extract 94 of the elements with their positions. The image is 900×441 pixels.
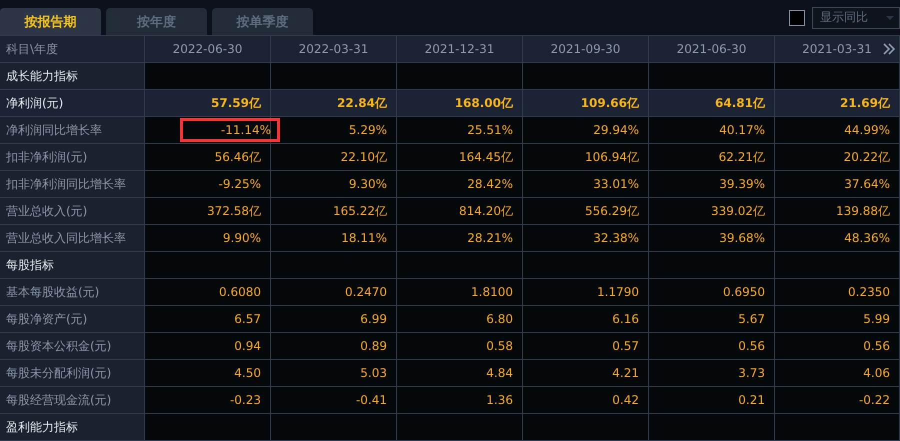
- table-cell: -11.14%: [180, 118, 280, 142]
- row-label: 扣非净利润(元): [6, 149, 88, 166]
- row-label: 盈利能力指标: [6, 418, 78, 436]
- table-cell-text: 33.01%: [592, 176, 640, 193]
- table-cell-text: 44.99%: [843, 122, 891, 139]
- table-cell-text: 109.66亿: [580, 95, 640, 112]
- table-cell-text: 22.10亿: [340, 149, 388, 166]
- table-cell-text: 32.38%: [592, 230, 640, 247]
- column-header: 2021-03-31: [802, 42, 872, 56]
- table-cell-text: -9.25%: [218, 176, 262, 193]
- table-cell-text: 40.17%: [718, 122, 766, 139]
- table-cell-text: 1.8100: [470, 284, 514, 301]
- table-cell-text: 0.2470: [344, 284, 388, 301]
- period-tab[interactable]: 按单季度: [212, 8, 313, 35]
- table-cell-text: 6.99: [359, 311, 388, 328]
- table-cell-text: 56.46亿: [214, 149, 262, 166]
- row-label: 每股指标: [6, 256, 54, 274]
- table-cell-text: -0.23: [228, 392, 262, 409]
- table-cell-text: 0.56: [737, 338, 766, 355]
- compare-dropdown[interactable]: 显示同比: [812, 6, 900, 28]
- table-cell-text: 39.39%: [718, 176, 766, 193]
- column-header: 2021-09-30: [550, 42, 620, 56]
- table-cell-text: 1.1790: [596, 284, 640, 301]
- table-cell-text: 28.21%: [466, 230, 514, 247]
- row-label: 营业总收入同比增长率: [6, 230, 126, 246]
- column-header: 2021-06-30: [676, 42, 746, 56]
- table-cell-text: 0.58: [485, 338, 514, 355]
- table-cell-text: 106.94亿: [584, 149, 640, 166]
- table-cell-text: -0.41: [354, 392, 388, 409]
- row-label: 扣非净利润同比增长率: [6, 176, 126, 192]
- checkbox[interactable]: [789, 10, 805, 26]
- table-cell-text: 5.99: [862, 311, 891, 328]
- table-cell-text: 168.00亿: [454, 95, 514, 112]
- caret-icon: [885, 14, 895, 20]
- table-cell-text: 18.11%: [340, 230, 388, 247]
- table-cell-text: 48.36%: [843, 230, 891, 247]
- period-tab[interactable]: 按报告期: [0, 8, 101, 35]
- column-header: 科目\年度: [6, 40, 58, 58]
- table-cell-text: 0.56: [862, 338, 891, 355]
- table-cell-text: 25.51%: [466, 122, 514, 139]
- table-cell-text: 164.45亿: [458, 149, 514, 166]
- table-cell-text: 0.2350: [847, 284, 891, 301]
- table-cell-text: 4.21: [611, 365, 640, 382]
- double-chevron-icon[interactable]: [883, 43, 895, 55]
- table-cell-text: 39.68%: [718, 230, 766, 247]
- row-label: 每股未分配利润(元): [6, 364, 112, 382]
- period-tab[interactable]: 按年度: [106, 8, 207, 35]
- table-cell-text: 0.94: [233, 338, 262, 355]
- table-cell-text: 0.21: [737, 392, 766, 409]
- table-cell-text: 3.73: [737, 365, 766, 382]
- table-cell-text: 0.89: [359, 338, 388, 355]
- table-cell-text: 29.94%: [592, 122, 640, 139]
- table-cell-text: 21.69亿: [839, 95, 891, 112]
- table-cell-text: 1.36: [485, 392, 514, 409]
- column-header: 2022-06-30: [172, 42, 242, 56]
- column-header: 2021-12-31: [424, 42, 494, 56]
- table-cell-text: 372.58亿: [206, 203, 262, 220]
- row-label: 基本每股收益(元): [6, 284, 100, 300]
- row-label: 每股经营现金流(元): [6, 392, 112, 408]
- table-cell-text: 556.29亿: [584, 203, 640, 220]
- table-cell-text: 5.03: [359, 365, 388, 382]
- table-cell-text: 28.42%: [466, 176, 514, 193]
- table-cell-text: 6.57: [233, 311, 262, 328]
- table-cell-text: 0.57: [611, 338, 640, 355]
- table-cell-text: 62.21亿: [718, 149, 766, 166]
- column-header: 2022-03-31: [298, 42, 368, 56]
- table-cell-text: 0.6950: [722, 284, 766, 301]
- table-cell-text: 165.22亿: [332, 203, 388, 220]
- table-cell-text: 814.20亿: [458, 203, 514, 220]
- row-label: 营业总收入(元): [6, 203, 88, 220]
- table-cell-text: 57.59亿: [210, 95, 262, 112]
- table-cell-text: 20.22亿: [842, 149, 891, 166]
- row-label: 成长能力指标: [6, 68, 78, 84]
- table-cell-text: 4.50: [233, 365, 262, 382]
- table-cell-text: 5.67: [737, 311, 766, 328]
- table-cell-text: 6.80: [485, 311, 514, 328]
- table-cell-text: 64.81亿: [714, 95, 766, 112]
- table-cell-text: 0.42: [611, 392, 640, 409]
- row-label: 净利润(元): [6, 95, 64, 112]
- table-cell-text: 6.16: [611, 311, 640, 328]
- table-cell-text: 5.29%: [348, 122, 388, 139]
- table-cell-text: 339.02亿: [710, 203, 766, 220]
- row-label: 每股净资产(元): [6, 310, 88, 328]
- table-cell-text: 22.84亿: [336, 95, 388, 112]
- table-cell-text: 37.64%: [843, 176, 891, 193]
- table-cell-text: 0.6080: [218, 284, 262, 301]
- row-label: 净利润同比增长率: [6, 122, 102, 138]
- row-label: 每股资本公积金(元): [6, 338, 112, 354]
- table-cell-text: 9.90%: [222, 230, 262, 247]
- table-cell-text: -0.22: [858, 392, 891, 409]
- table-cell-text: 9.30%: [348, 176, 388, 193]
- table-cell-text: 4.84: [485, 365, 514, 382]
- table-cell-text: 139.88亿: [835, 203, 891, 220]
- table-cell-text: 4.06: [862, 365, 891, 382]
